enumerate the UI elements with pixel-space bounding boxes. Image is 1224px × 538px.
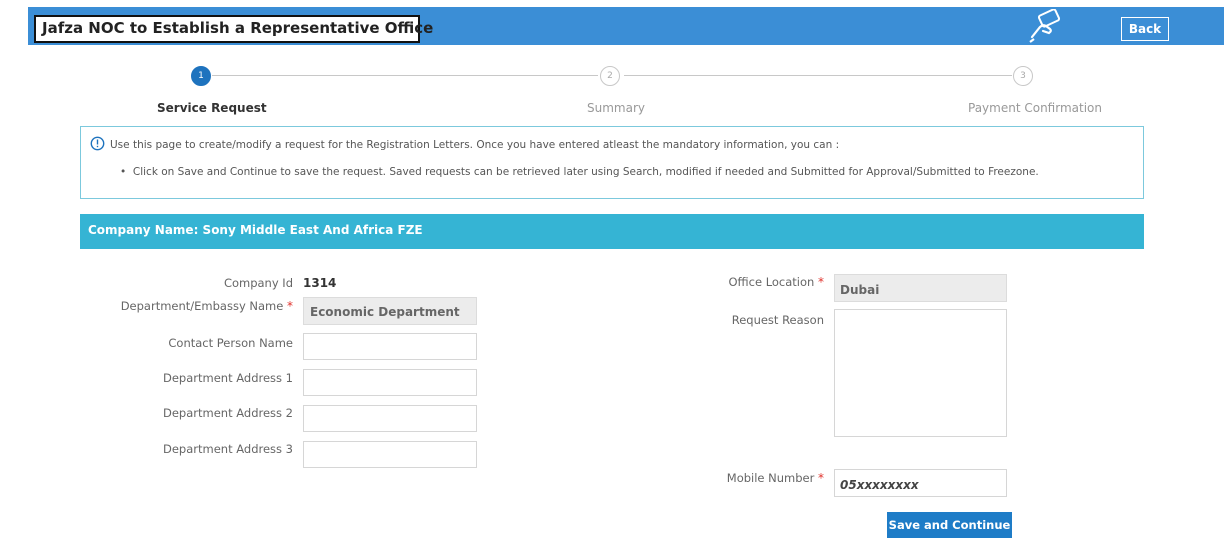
step-1-label: Service Request — [157, 101, 267, 115]
required-mark: * — [287, 299, 293, 313]
mobile-number-placeholder: 05xxxxxxxx — [840, 478, 919, 492]
address-1-field[interactable] — [303, 369, 477, 396]
info-circle-icon — [90, 136, 105, 151]
company-id-value: 1314 — [303, 276, 337, 290]
info-text: Use this page to create/modify a request… — [110, 139, 840, 151]
step-connector-2 — [624, 75, 1012, 76]
info-bullet: • Click on Save and Continue to save the… — [120, 166, 1039, 178]
step-connector-1 — [212, 75, 598, 76]
step-3-label: Payment Confirmation — [968, 101, 1102, 115]
address-2-label: Department Address 2 — [162, 406, 293, 420]
company-id-label: Company Id — [223, 276, 293, 290]
office-location-label: Office Location * — [728, 275, 824, 289]
contact-person-field[interactable] — [303, 333, 477, 360]
office-location-value: Dubai — [840, 283, 880, 297]
address-1-label: Department Address 1 — [162, 371, 293, 385]
department-label-text: Department/Embassy Name — [120, 299, 284, 313]
hand-card-icon — [1026, 8, 1066, 43]
required-mark: * — [818, 275, 824, 289]
office-location-label-text: Office Location — [728, 275, 815, 289]
step-3-indicator[interactable]: 3 — [1013, 66, 1033, 86]
address-3-field[interactable] — [303, 441, 477, 468]
cropped-header-strip — [40, 0, 440, 7]
step-2-label: Summary — [587, 101, 645, 115]
step-2-indicator[interactable]: 2 — [600, 66, 620, 86]
step-1-indicator[interactable]: 1 — [191, 66, 211, 86]
address-2-field[interactable] — [303, 405, 477, 432]
request-reason-textarea[interactable] — [834, 309, 1007, 437]
save-and-continue-button[interactable]: Save and Continue — [887, 512, 1012, 538]
address-3-label: Department Address 3 — [162, 442, 293, 456]
department-value: Economic Department — [310, 305, 460, 319]
company-name: Company Name: Sony Middle East And Afric… — [88, 223, 423, 237]
bullet-dot: • — [120, 166, 133, 178]
required-mark: * — [818, 471, 824, 485]
department-label: Department/Embassy Name * — [121, 299, 293, 313]
info-bullet-text: Click on Save and Continue to save the r… — [132, 166, 1039, 178]
back-button[interactable]: Back — [1121, 17, 1169, 41]
page-title: Jafza NOC to Establish a Representative … — [42, 19, 434, 37]
contact-person-label: Contact Person Name — [168, 336, 293, 350]
info-panel — [80, 126, 1144, 199]
request-reason-label: Request Reason — [731, 313, 824, 327]
mobile-number-label: Mobile Number * — [727, 471, 824, 485]
mobile-number-label-text: Mobile Number — [726, 471, 815, 485]
